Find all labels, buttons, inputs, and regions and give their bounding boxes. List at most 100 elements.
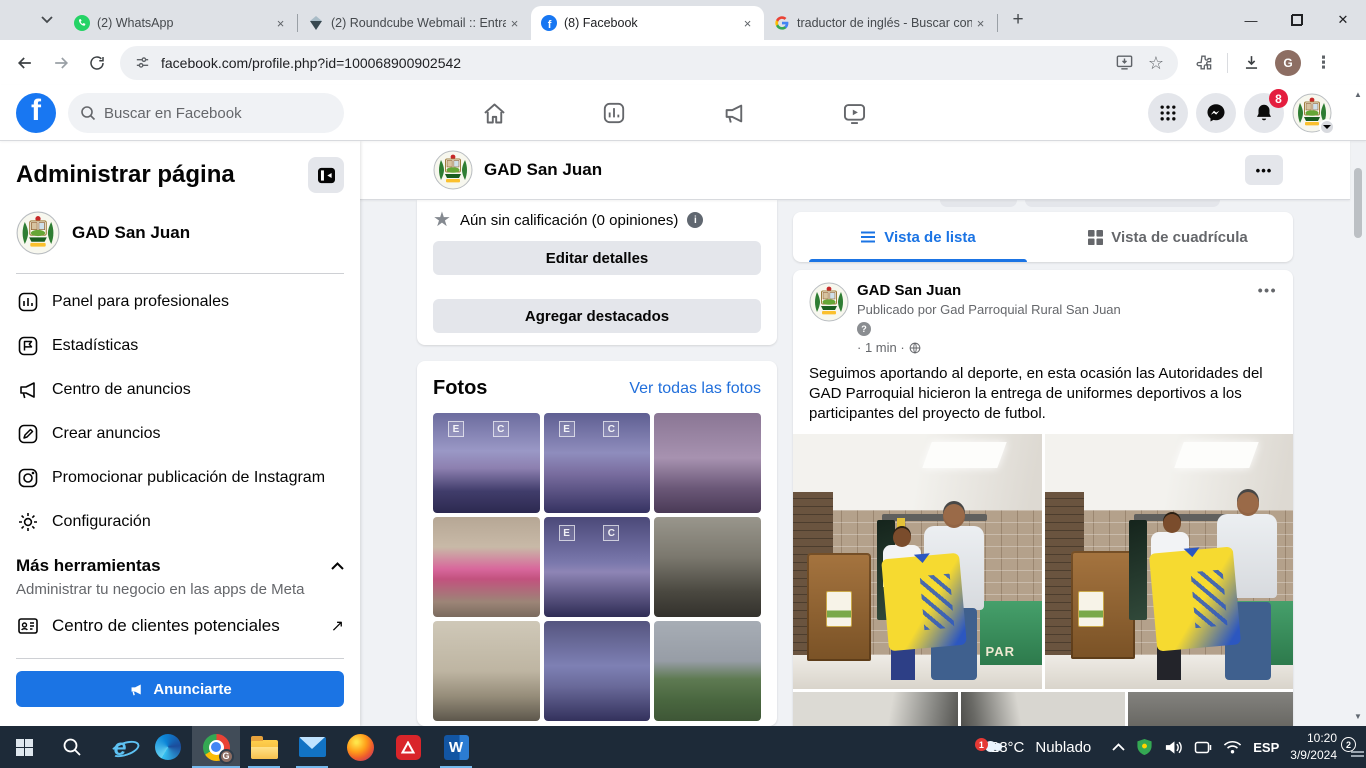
install-app-icon[interactable]	[1115, 53, 1134, 72]
photo-thumb[interactable]: E C	[433, 413, 540, 513]
scrollbar-thumb[interactable]	[1354, 168, 1362, 238]
collapse-sidebar-button[interactable]	[308, 157, 344, 193]
photo-thumb[interactable]	[654, 413, 761, 513]
post-photo-partial[interactable]	[961, 692, 1126, 726]
apps-menu-button[interactable]	[1148, 93, 1188, 133]
messenger-button[interactable]	[1196, 93, 1236, 133]
insights-tab[interactable]	[598, 99, 630, 127]
sidebar-item-settings[interactable]: Configuración	[16, 500, 344, 544]
minimize-button[interactable]: —	[1228, 0, 1274, 40]
photo-thumb[interactable]	[544, 621, 651, 721]
photo-thumb[interactable]	[433, 621, 540, 721]
tab-grid-view[interactable]: Vista de cuadrícula	[1043, 212, 1293, 262]
sidebar-item-create-ads[interactable]: Crear anuncios	[16, 412, 344, 456]
partial-button[interactable]	[940, 200, 1017, 207]
site-settings-icon[interactable]	[134, 54, 151, 71]
downloads-icon[interactable]	[1242, 53, 1261, 72]
post-menu-button[interactable]: •••	[1258, 282, 1277, 355]
sidebar-page-link[interactable]: GAD San Juan	[16, 211, 344, 255]
close-tab-icon[interactable]: ×	[272, 15, 289, 32]
forward-button[interactable]	[44, 46, 78, 80]
gad-san-juan-avatar[interactable]	[809, 282, 849, 322]
see-all-photos-link[interactable]: Ver todas las fotos	[629, 380, 761, 398]
page-scrollbar[interactable]: ▲ ▼	[1350, 85, 1366, 726]
taskbar-chrome[interactable]: G	[192, 726, 240, 768]
post-photo-partial[interactable]	[1128, 692, 1293, 726]
url-text[interactable]: facebook.com/profile.php?id=100068900902…	[161, 55, 1105, 71]
add-highlights-button[interactable]: Agregar destacados	[433, 299, 761, 333]
account-button[interactable]	[1292, 93, 1332, 133]
home-tab[interactable]	[478, 99, 510, 127]
post-photo-jersey-2[interactable]	[1045, 434, 1294, 689]
sidebar-item-insights[interactable]: Estadísticas	[16, 324, 344, 368]
photo-thumb[interactable]	[654, 517, 761, 617]
tab-whatsapp[interactable]: (2) WhatsApp ×	[64, 6, 297, 40]
post-photo-partial[interactable]	[793, 692, 958, 726]
tab-facebook-active[interactable]: f (8) Facebook ×	[531, 6, 764, 40]
photo-thumb[interactable]	[654, 621, 761, 721]
grid-view-icon	[1088, 230, 1103, 245]
antivirus-shield-icon[interactable]	[1136, 738, 1153, 756]
sidebar-item-leads-center[interactable]: Centro de clientes potenciales ↗	[16, 604, 344, 648]
start-button[interactable]	[0, 726, 48, 768]
photo-thumb[interactable]	[433, 517, 540, 617]
taskbar-edge[interactable]	[144, 726, 192, 768]
extensions-icon[interactable]	[1194, 53, 1213, 72]
tray-expand-chevron-icon[interactable]	[1112, 743, 1125, 751]
close-tab-icon[interactable]: ×	[739, 15, 756, 32]
close-tab-icon[interactable]: ×	[506, 15, 523, 32]
tab-roundcube[interactable]: (2) Roundcube Webmail :: Entra ×	[298, 6, 531, 40]
language-indicator[interactable]: ESP	[1253, 740, 1279, 755]
taskbar-internet-explorer[interactable]: e	[96, 726, 144, 768]
video-tab[interactable]	[838, 99, 870, 127]
partial-button[interactable]	[1025, 200, 1220, 207]
facebook-search[interactable]	[68, 93, 344, 133]
taskbar-acrobat[interactable]	[384, 726, 432, 768]
bookmark-star-icon[interactable]: ☆	[1148, 54, 1164, 72]
browser-profile-avatar[interactable]: G	[1275, 50, 1301, 76]
question-badge-icon[interactable]: ?	[857, 322, 871, 336]
post-timestamp[interactable]: · 1 min ·	[857, 340, 905, 355]
taskbar-word[interactable]: W	[432, 726, 480, 768]
search-input[interactable]	[104, 105, 314, 122]
sidebar-item-label: Estadísticas	[52, 337, 138, 355]
photo-thumb[interactable]: E C	[544, 413, 651, 513]
new-tab-button[interactable]: +	[1004, 6, 1032, 34]
close-window-button[interactable]: ✕	[1320, 0, 1366, 40]
back-button[interactable]	[8, 46, 42, 80]
scroll-up-icon[interactable]: ▲	[1350, 90, 1366, 99]
speaker-icon[interactable]	[1164, 739, 1183, 756]
scroll-down-icon[interactable]: ▼	[1350, 712, 1366, 721]
close-tab-icon[interactable]: ×	[972, 15, 989, 32]
tablet-mode-icon[interactable]	[1194, 740, 1212, 755]
tab-search-button[interactable]	[32, 5, 62, 35]
taskbar-clock[interactable]: 10:20 3/9/2024	[1290, 730, 1337, 764]
advertise-button[interactable]: Anunciarte	[16, 671, 344, 707]
taskbar-search-button[interactable]	[48, 726, 96, 768]
facebook-logo[interactable]: f	[16, 93, 56, 133]
wifi-icon[interactable]	[1223, 740, 1242, 754]
info-icon[interactable]: i	[687, 212, 703, 228]
photo-thumb[interactable]: E C	[544, 517, 651, 617]
reload-button[interactable]	[80, 46, 114, 80]
chevron-up-icon[interactable]	[331, 562, 344, 570]
edit-details-button[interactable]: Editar detalles	[433, 241, 761, 275]
post-photo-jersey-1[interactable]: PAR	[793, 434, 1042, 689]
post-author[interactable]: GAD San Juan	[857, 282, 1121, 299]
ads-tab[interactable]	[718, 99, 750, 127]
page-more-options-button[interactable]: •••	[1245, 155, 1283, 185]
sidebar-item-ads-center[interactable]: Centro de anuncios	[16, 368, 344, 412]
notifications-button[interactable]: 8	[1244, 93, 1284, 133]
sidebar-item-boost-instagram[interactable]: Promocionar publicación de Instagram	[16, 456, 344, 500]
tab-list-view[interactable]: Vista de lista	[793, 212, 1043, 262]
taskbar-firefox[interactable]	[336, 726, 384, 768]
browser-menu-icon[interactable]: ⋮	[1315, 53, 1332, 73]
taskbar-mail[interactable]	[288, 726, 336, 768]
gad-san-juan-avatar[interactable]	[433, 150, 473, 190]
restore-button[interactable]	[1274, 0, 1320, 40]
tab-google-search[interactable]: traductor de inglés - Buscar con ×	[764, 6, 997, 40]
taskbar-file-explorer[interactable]	[240, 726, 288, 768]
weather-condition[interactable]: Nublado	[1035, 739, 1091, 756]
address-bar[interactable]: facebook.com/profile.php?id=100068900902…	[120, 46, 1178, 80]
sidebar-item-professional-dashboard[interactable]: Panel para profesionales	[16, 280, 344, 324]
